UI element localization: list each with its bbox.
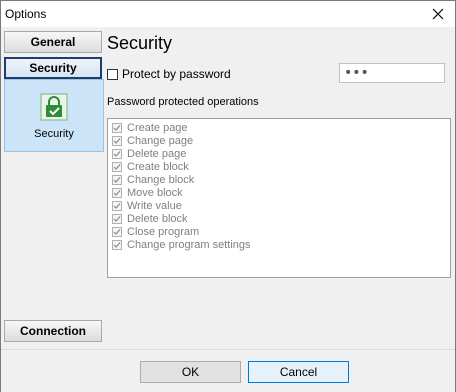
security-panel-label: Security (34, 128, 74, 140)
security-panel[interactable]: Security (4, 79, 104, 152)
protected-operations-list: Create page Change page Delete page Create … (107, 118, 451, 278)
checkmark-icon (113, 215, 121, 222)
checkmark-icon (113, 202, 121, 209)
operation-item[interactable]: Change program settings (112, 238, 450, 251)
operation-label: Write value (127, 199, 182, 212)
protect-by-password-checkbox[interactable] (107, 68, 118, 80)
operation-item[interactable]: Create block (112, 160, 450, 173)
lock-icon (40, 93, 68, 121)
checkmark-icon (113, 163, 121, 170)
operation-checkbox[interactable] (112, 174, 122, 185)
operation-label: Change page (127, 134, 194, 147)
title-bar: Options (1, 1, 455, 27)
protected-operations-heading: Password protected operations (107, 96, 259, 108)
operation-item[interactable]: Close program (112, 225, 450, 238)
operation-label: Create page (127, 121, 188, 134)
sidebar-item-general[interactable]: General (4, 31, 102, 53)
sidebar-item-connection[interactable]: Connection (4, 320, 102, 342)
operation-checkbox[interactable] (112, 135, 122, 146)
checkmark-icon (113, 124, 121, 131)
checkmark-icon (113, 228, 121, 235)
operation-checkbox[interactable] (112, 148, 122, 159)
operation-item[interactable]: Change page (112, 134, 450, 147)
operation-checkbox[interactable] (112, 161, 122, 172)
window-title: Options (5, 7, 47, 21)
operation-checkbox[interactable] (112, 226, 122, 237)
operation-item[interactable]: Change block (112, 173, 450, 186)
security-content: Security Protect by password ••• Passwor… (107, 27, 455, 349)
close-button[interactable] (421, 1, 455, 27)
page-title: Security (107, 33, 173, 53)
operation-label: Delete page (127, 147, 187, 160)
cancel-button[interactable]: Cancel (248, 361, 349, 383)
password-field[interactable]: ••• (339, 63, 445, 83)
operation-checkbox[interactable] (112, 239, 122, 250)
options-dialog: Options General Security Security Connec… (0, 0, 456, 392)
checkmark-icon (113, 137, 121, 144)
operation-label: Change program settings (127, 238, 251, 251)
ok-button[interactable]: OK (140, 361, 241, 383)
operation-checkbox[interactable] (112, 187, 122, 198)
operation-item[interactable]: Write value (112, 199, 450, 212)
operation-label: Change block (127, 173, 195, 186)
operation-item[interactable]: Delete block (112, 212, 450, 225)
operation-checkbox[interactable] (112, 122, 122, 133)
operation-item[interactable]: Move block (112, 186, 450, 199)
operation-label: Delete block (127, 212, 188, 225)
checkmark-icon (113, 176, 121, 183)
operation-label: Close program (127, 225, 200, 238)
protect-by-password-label: Protect by password (122, 67, 231, 81)
dialog-footer: OK Cancel (1, 349, 455, 392)
operation-checkbox[interactable] (112, 200, 122, 211)
sidebar-item-security[interactable]: Security (4, 57, 102, 79)
close-icon (432, 8, 444, 20)
checkmark-icon (113, 241, 121, 248)
protect-by-password-row[interactable]: Protect by password (107, 67, 231, 81)
operation-checkbox[interactable] (112, 213, 122, 224)
sidebar: General Security Security Connection (1, 27, 107, 349)
operation-label: Create block (127, 160, 189, 173)
operation-item[interactable]: Delete page (112, 147, 450, 160)
checkmark-icon (113, 150, 121, 157)
operation-item[interactable]: Create page (112, 121, 450, 134)
checkmark-icon (113, 189, 121, 196)
operation-label: Move block (127, 186, 183, 199)
